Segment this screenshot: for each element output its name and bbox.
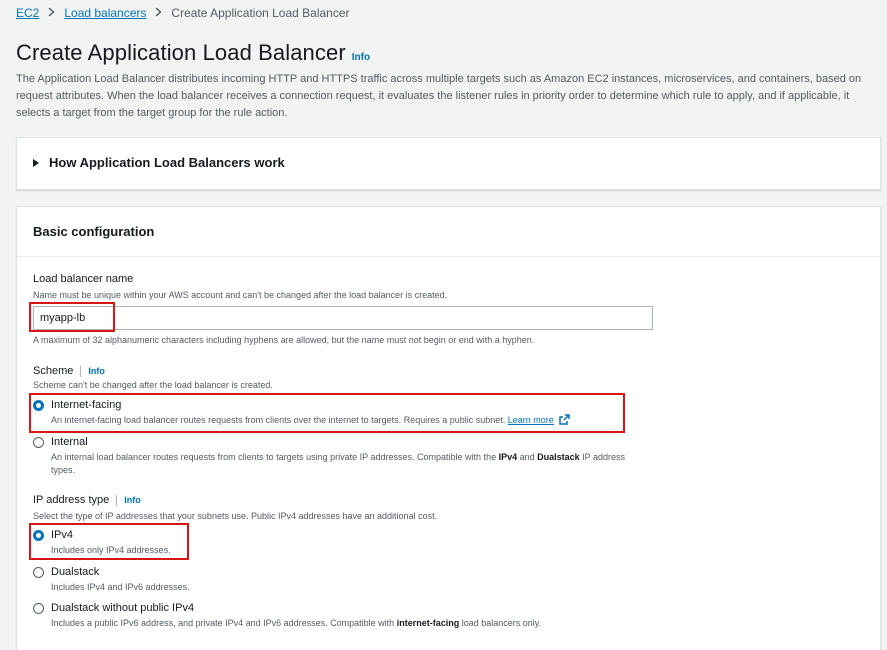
radio-button-internal[interactable] — [33, 437, 44, 448]
ip-type-description: Select the type of IP addresses that you… — [33, 511, 438, 521]
chevron-right-icon — [48, 6, 55, 20]
radio-button-dualstack[interactable] — [33, 567, 44, 578]
caret-right-icon — [33, 158, 39, 167]
scheme-description: Scheme can't be changed after the load b… — [33, 380, 273, 390]
ipv4-description: Includes only IPv4 addresses. — [51, 545, 171, 555]
radio-button-internet-facing[interactable] — [33, 400, 44, 411]
ip-option-dualstack-no-public-ipv4[interactable]: Dualstack without public IPv4 Includes a… — [33, 601, 541, 630]
basic-configuration-title: Basic configuration — [33, 224, 155, 239]
page-title: Create Application Load Balancer — [16, 40, 346, 65]
lb-name-description: Name must be unique within your AWS acco… — [33, 290, 448, 300]
internet-facing-label: Internet-facing — [51, 399, 122, 411]
dualstack-no-public-ipv4-description: Includes a public IPv6 address, and priv… — [51, 618, 542, 628]
lb-name-label: Load balancer name — [33, 273, 134, 285]
dualstack-label: Dualstack — [51, 566, 100, 578]
expander-title: How Application Load Balancers work — [49, 155, 285, 170]
learn-more-link[interactable]: Learn more — [508, 415, 554, 425]
internal-description: An internal load balancer routes request… — [51, 452, 626, 475]
scheme-option-internet-facing[interactable]: Internet-facing An internet-facing load … — [33, 398, 571, 429]
scheme-option-internal[interactable]: Internal An internal load balancer route… — [33, 435, 651, 477]
dualstack-no-public-ipv4-label: Dualstack without public IPv4 — [51, 602, 195, 614]
lb-name-input[interactable] — [33, 306, 653, 330]
basic-configuration-header: Basic configuration — [17, 207, 880, 257]
breadcrumb-current: Create Application Load Balancer — [171, 6, 350, 20]
page-header: Create Application Load Balancer Info — [16, 40, 370, 66]
scheme-info-link[interactable]: Info — [88, 366, 105, 376]
ip-option-dualstack[interactable]: Dualstack Includes IPv4 and IPv6 address… — [33, 565, 190, 594]
radio-button-ipv4[interactable] — [33, 530, 44, 541]
scheme-label: Scheme — [33, 365, 74, 377]
ip-type-info-link[interactable]: Info — [124, 495, 141, 505]
breadcrumb-ec2-link[interactable]: EC2 — [16, 6, 39, 20]
breadcrumb-load-balancers-link[interactable]: Load balancers — [64, 6, 146, 20]
divider — [116, 494, 118, 506]
radio-button-dualstack-no-public-ipv4[interactable] — [33, 603, 44, 614]
expander-header[interactable]: How Application Load Balancers work — [33, 155, 285, 170]
scheme-label-row: Scheme Info — [33, 365, 105, 377]
ip-type-label: IP address type — [33, 494, 110, 506]
basic-configuration-panel: Basic configuration Load balancer name N… — [16, 206, 881, 650]
how-it-works-expander[interactable]: How Application Load Balancers work — [16, 137, 881, 190]
lb-name-constraint: A maximum of 32 alphanumeric characters … — [33, 335, 535, 345]
ip-type-label-row: IP address type Info — [33, 494, 141, 506]
internet-facing-description: An internet-facing load balancer routes … — [51, 414, 571, 429]
divider — [80, 365, 82, 377]
ipv4-label: IPv4 — [51, 529, 74, 541]
chevron-right-icon — [155, 6, 163, 20]
internal-label: Internal — [51, 436, 88, 448]
external-link-icon[interactable] — [559, 414, 571, 429]
page-info-link[interactable]: Info — [352, 52, 370, 63]
breadcrumb: EC2 Load balancers Create Application Lo… — [16, 6, 350, 20]
page-description: The Application Load Balancer distribute… — [16, 73, 862, 119]
dualstack-description: Includes IPv4 and IPv6 addresses. — [51, 582, 190, 592]
ip-option-ipv4[interactable]: IPv4 Includes only IPv4 addresses. — [33, 528, 171, 557]
